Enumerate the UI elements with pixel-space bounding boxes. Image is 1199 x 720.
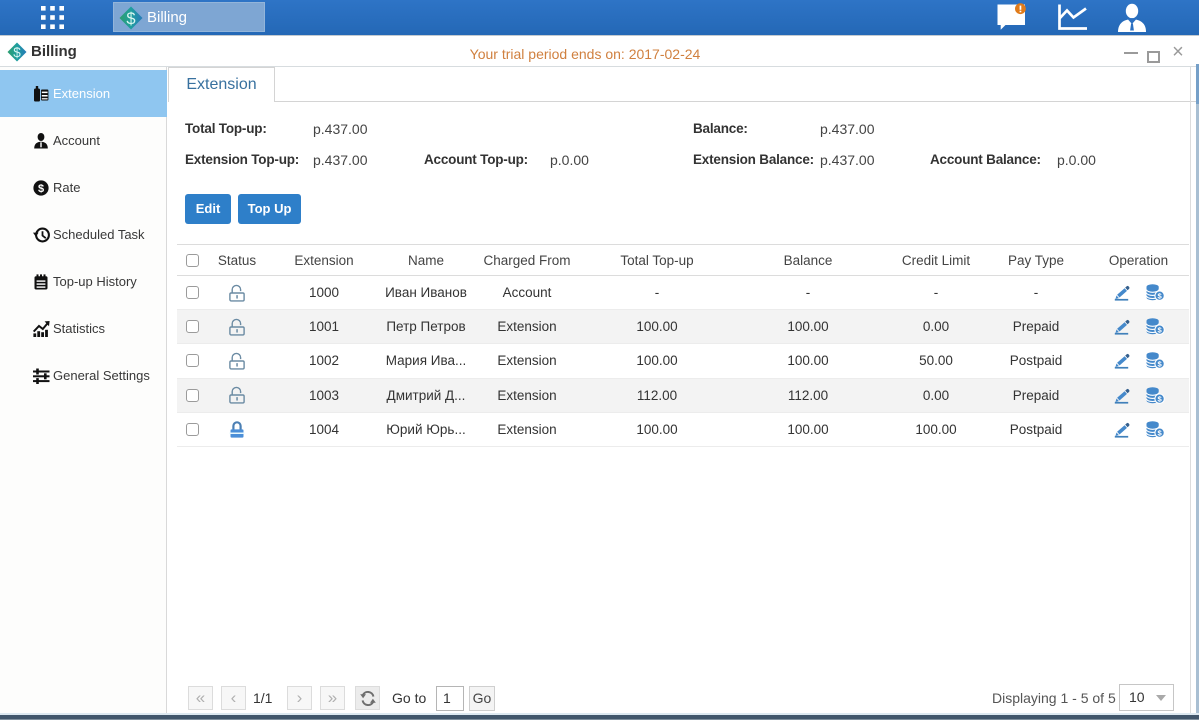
svg-text:$: $ (13, 45, 21, 60)
svg-text:$: $ (126, 10, 135, 28)
svg-text:$: $ (38, 183, 44, 195)
